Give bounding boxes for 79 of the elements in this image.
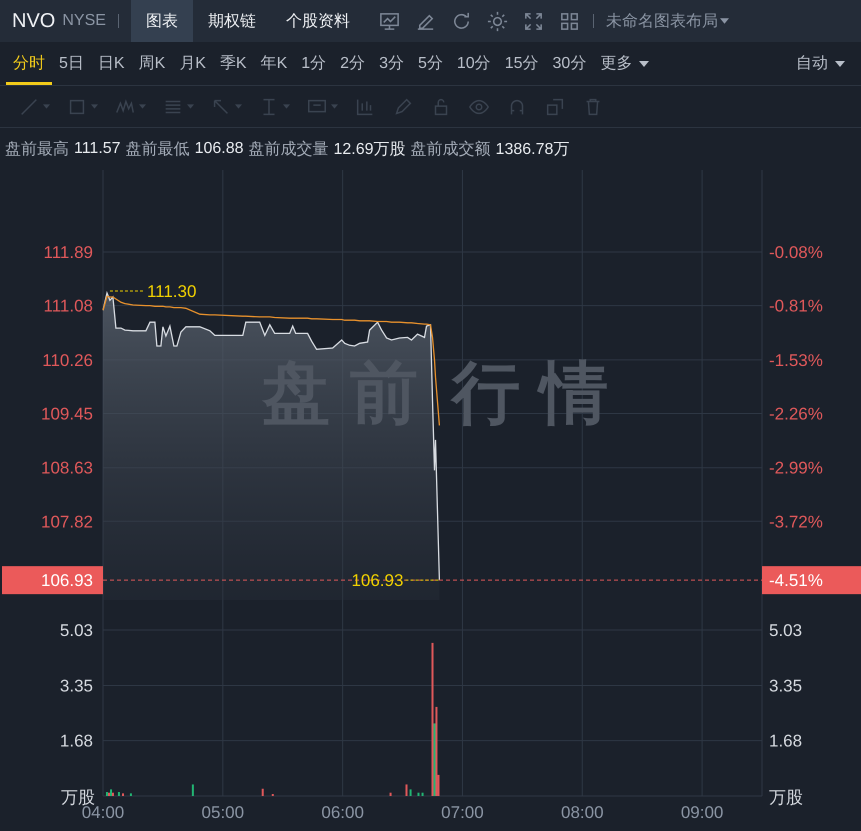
- volume-unit-label: 万股: [769, 788, 803, 807]
- caret-icon: [331, 104, 338, 109]
- stat-label: 盘前最低: [126, 140, 190, 160]
- current-price-tag: 106.93: [2, 566, 103, 594]
- stat-value: 1386.78万: [496, 140, 570, 160]
- period-tab[interactable]: 日K: [90, 42, 132, 85]
- volume-axis-label: 5.03: [769, 621, 802, 640]
- caret-icon: [43, 104, 50, 109]
- stat-label: 盘前成交量: [248, 140, 328, 160]
- caret-icon: [187, 104, 194, 109]
- ref-line-label: 106.93: [41, 571, 93, 590]
- current-change-tag: -4.51%: [762, 566, 861, 594]
- period-tab[interactable]: 3分: [372, 42, 411, 85]
- volume-bar: [118, 792, 120, 796]
- volume-axis-label: 1.68: [60, 732, 93, 751]
- caret-icon: [835, 60, 845, 66]
- volume-bar: [262, 788, 264, 796]
- price-axis-label: 109.45: [41, 404, 93, 424]
- period-tab[interactable]: 1分: [294, 42, 334, 85]
- stat-value: 12.69万股: [334, 140, 406, 160]
- chart-type-dropdown[interactable]: 自动: [789, 42, 855, 85]
- volume-axis-label: 5.03: [60, 621, 93, 640]
- annotation: 111.30: [146, 282, 196, 302]
- stat-label: 盘前最高: [5, 140, 69, 160]
- period-tab[interactable]: 季K: [212, 42, 254, 85]
- caret-icon: [720, 18, 729, 24]
- caret-icon: [639, 60, 650, 66]
- period-tab[interactable]: 30分: [545, 42, 594, 85]
- percent-axis-label: -0.81%: [769, 296, 823, 316]
- period-tab[interactable]: 更多: [593, 42, 656, 85]
- time-axis-label: 07:00: [441, 803, 484, 822]
- period-tab[interactable]: 周K: [132, 42, 172, 85]
- price-axis-label: 107.82: [41, 512, 93, 532]
- caret-icon: [235, 104, 242, 109]
- volume-axis-label: 1.68: [769, 732, 802, 751]
- view-tab[interactable]: 期权链: [192, 0, 271, 42]
- layout-dropdown[interactable]: 未命名图表布局: [606, 10, 729, 32]
- ticker-symbol: NVO: [12, 10, 56, 32]
- percent-axis-label: -3.72%: [769, 512, 823, 532]
- period-tab[interactable]: 分时: [6, 42, 52, 85]
- volume-bar: [410, 789, 412, 796]
- volume-axis-label: 3.35: [769, 676, 802, 696]
- caret-icon: [91, 104, 98, 109]
- price-axis-label: 111.89: [44, 243, 93, 262]
- volume-bar: [192, 784, 194, 796]
- price-axis-label: 108.63: [41, 458, 93, 478]
- exchange-label: NYSE: [62, 12, 106, 30]
- period-tab[interactable]: 年K: [254, 42, 294, 85]
- time-axis-label: 05:00: [202, 803, 244, 822]
- percent-axis-label: -0.08%: [769, 243, 823, 262]
- view-tab[interactable]: 图表: [130, 0, 193, 42]
- volume-unit-label: 万股: [61, 788, 95, 807]
- period-tab[interactable]: 月K: [172, 42, 213, 85]
- time-axis-label: 08:00: [561, 803, 604, 822]
- percent-axis-label: -2.26%: [769, 404, 823, 424]
- price-axis-label: 111.08: [44, 296, 93, 316]
- settings-icon[interactable]: [486, 10, 509, 32]
- time-axis-label: 06:00: [321, 803, 364, 822]
- volume-bar: [130, 793, 132, 796]
- annotation: 106.93: [351, 571, 404, 590]
- volume-bar: [417, 792, 420, 796]
- percent-axis-label: -1.53%: [769, 350, 823, 370]
- time-axis-label: 09:00: [680, 803, 724, 822]
- percent-axis-label: -2.99%: [769, 458, 823, 478]
- volume-axis-label: 3.35: [60, 676, 93, 696]
- stat-value: 106.88: [194, 140, 244, 158]
- caret-icon: [283, 104, 290, 109]
- period-tab[interactable]: 5日: [52, 42, 91, 85]
- period-tab[interactable]: 5分: [410, 42, 450, 85]
- period-tab[interactable]: 2分: [333, 42, 372, 85]
- volume-bar: [390, 792, 392, 796]
- stat-label: 盘前成交额: [410, 140, 491, 160]
- view-tab[interactable]: 个股资料: [270, 0, 365, 42]
- caret-icon: [139, 104, 146, 109]
- stat-value: 111.57: [74, 140, 121, 158]
- period-tab[interactable]: 10分: [450, 42, 498, 85]
- period-tab[interactable]: 15分: [498, 42, 546, 85]
- volume-bar: [422, 792, 424, 796]
- price-axis-label: 110.26: [42, 350, 93, 370]
